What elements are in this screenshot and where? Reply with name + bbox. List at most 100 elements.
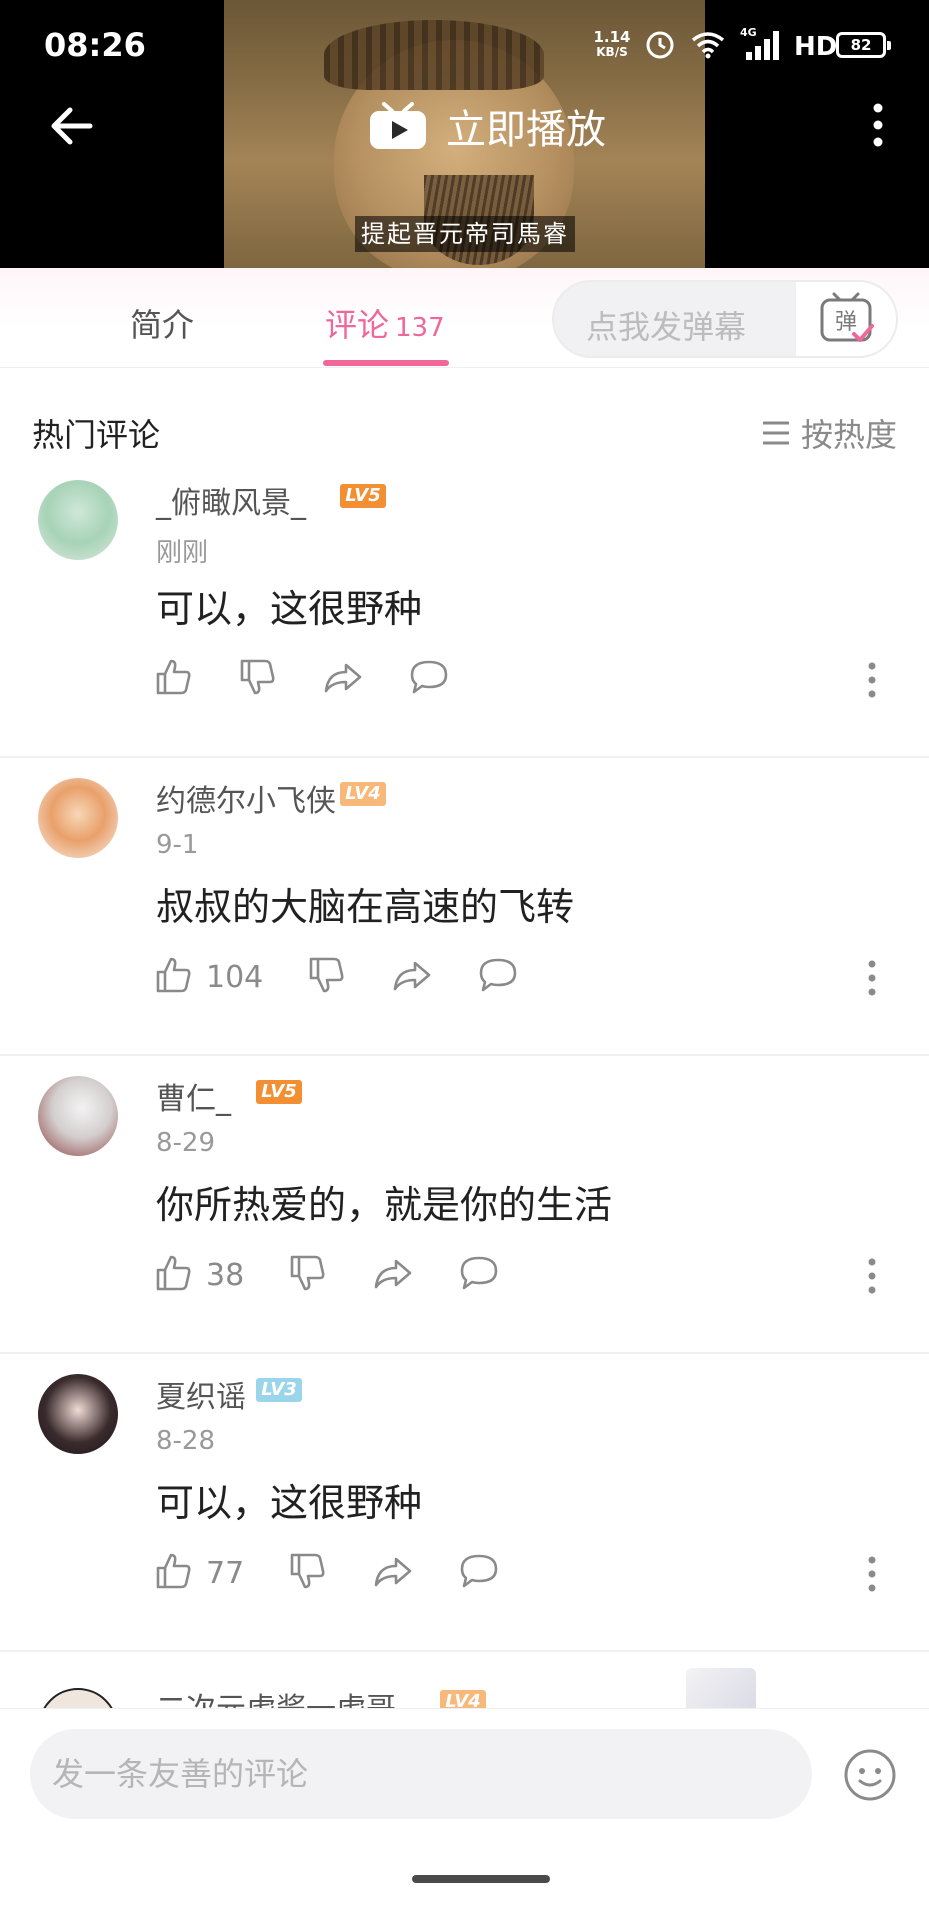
hot-comments-title: 热门评论 — [32, 416, 161, 454]
avatar[interactable] — [38, 480, 118, 560]
comment-text: 叔叔的大脑在高速的飞转 — [156, 885, 575, 929]
like-button[interactable]: 38 — [154, 1253, 244, 1297]
dislike-button[interactable] — [307, 955, 347, 999]
share-icon — [372, 1551, 414, 1595]
like-button[interactable]: 104 — [154, 955, 263, 999]
tab-comments[interactable]: 评论 137 — [325, 300, 445, 346]
share-button[interactable] — [391, 955, 433, 999]
comment-more-icon[interactable] — [862, 1554, 882, 1594]
status-time: 08:26 — [44, 26, 146, 64]
comment-more-icon[interactable] — [862, 660, 882, 700]
comment-input[interactable]: 发一条友善的评论 — [30, 1729, 812, 1819]
like-button[interactable]: 77 — [154, 1551, 244, 1595]
comment-composer: 发一条友善的评论 — [0, 1708, 929, 1920]
like-icon — [154, 1551, 194, 1595]
reply-button[interactable] — [458, 1551, 500, 1595]
net-speed: 1.14 KB/S — [592, 30, 632, 60]
level-badge: LV4 — [440, 1690, 486, 1710]
tv-play-icon — [370, 102, 426, 149]
reply-button[interactable] — [458, 1253, 500, 1297]
share-button[interactable] — [372, 1551, 414, 1595]
level-badge: LV3 — [256, 1378, 302, 1402]
play-now-label: 立即播放 — [446, 107, 606, 153]
dislike-button[interactable] — [288, 1253, 328, 1297]
like-count: 38 — [206, 1257, 245, 1293]
more-options-icon[interactable] — [866, 100, 890, 150]
comment-username[interactable]: _俯瞰风景_ — [156, 478, 306, 522]
share-icon — [372, 1253, 414, 1297]
sort-label: 按热度 — [800, 416, 897, 454]
list-item[interactable]: 二次元虎酱一虎哥 LV4 — [0, 1644, 929, 1710]
alarm-icon — [646, 31, 674, 59]
video-subtitle: 提起晋元帝司馬睿 — [355, 216, 575, 252]
comment-username[interactable]: 约德尔小飞侠 — [156, 776, 336, 820]
dislike-button[interactable] — [288, 1551, 328, 1595]
comment-username: 二次元虎酱一虎哥 — [156, 1692, 396, 1710]
tab-comments-label: 评论 — [325, 306, 390, 344]
dislike-button[interactable] — [238, 657, 278, 701]
level-badge: LV5 — [340, 484, 386, 508]
decorative-sticker — [686, 1668, 756, 1710]
tab-comments-count: 137 — [395, 313, 445, 343]
level-badge: LV4 — [340, 782, 386, 806]
reply-icon — [458, 1253, 500, 1297]
avatar[interactable] — [38, 1076, 118, 1156]
battery-icon: 82 — [836, 32, 891, 58]
comment-more-icon[interactable] — [862, 1256, 882, 1296]
comment-date: 刚刚 — [156, 538, 209, 568]
back-arrow-icon[interactable] — [46, 100, 98, 152]
comment-actions: 77 — [154, 1548, 544, 1598]
like-button[interactable] — [154, 657, 194, 701]
home-indicator[interactable] — [412, 1875, 550, 1883]
dislike-icon — [238, 657, 278, 701]
reply-icon — [458, 1551, 500, 1595]
play-now-button[interactable]: 立即播放 — [368, 96, 606, 156]
like-count: 104 — [206, 959, 264, 995]
share-icon — [322, 657, 364, 701]
like-count: 77 — [206, 1555, 245, 1591]
avatar[interactable] — [38, 1374, 118, 1454]
share-icon — [391, 955, 433, 999]
list-icon — [762, 421, 789, 445]
list-item[interactable]: 夏织谣 LV3 8-28 可以，这很野种 77 — [0, 1354, 929, 1652]
list-item[interactable]: _俯瞰风景_ LV5 刚刚可以，这很野种 — [0, 460, 929, 758]
sort-button[interactable]: 按热度 — [761, 410, 897, 456]
net-speed-value: 1.14 — [593, 28, 631, 46]
comment-actions: 104 — [154, 952, 563, 1002]
net-speed-unit: KB/S — [596, 45, 628, 59]
status-bar: 08:26 1.14 KB/S 4G HD 82 — [0, 0, 929, 86]
list-item[interactable]: 曹仁_ LV5 8-29 你所热爱的，就是你的生活 38 — [0, 1056, 929, 1354]
comment-text: 你所热爱的，就是你的生活 — [156, 1183, 613, 1227]
comment-date: 9-1 — [156, 830, 199, 860]
reply-button[interactable] — [408, 657, 450, 701]
emoji-icon[interactable] — [842, 1747, 898, 1803]
danmaku-toggle-button[interactable]: 弹 — [796, 282, 896, 356]
reply-icon — [408, 657, 450, 701]
video-player[interactable]: 提起晋元帝司馬睿 08:26 1.14 KB/S 4G HD 82 立即播放 — [0, 0, 929, 268]
share-button[interactable] — [322, 657, 364, 701]
active-tab-indicator — [323, 360, 449, 366]
danmaku-tv-icon: 弹 — [820, 292, 874, 342]
like-icon — [154, 657, 194, 701]
share-button[interactable] — [372, 1253, 414, 1297]
comment-username[interactable]: 夏织谣 — [156, 1372, 246, 1416]
comment-text: 可以，这很野种 — [156, 587, 423, 631]
list-item[interactable]: 约德尔小飞侠 LV4 9-1 叔叔的大脑在高速的飞转 104 — [0, 758, 929, 1056]
tab-intro[interactable]: 简介 — [130, 300, 194, 346]
reply-button[interactable] — [477, 955, 519, 999]
comment-username[interactable]: 曹仁_ — [156, 1074, 231, 1118]
comment-actions: 38 — [154, 1250, 544, 1300]
avatar[interactable] — [38, 778, 118, 858]
comment-text: 可以，这很野种 — [156, 1481, 423, 1525]
wifi-icon — [691, 32, 725, 59]
avatar — [38, 1688, 118, 1710]
hd-indicator: HD — [794, 32, 838, 62]
danmaku-placeholder: 点我发弹幕 — [586, 308, 747, 346]
comment-more-icon[interactable] — [862, 958, 882, 998]
danmaku-button-label: 弹 — [835, 310, 857, 335]
comment-actions — [154, 654, 494, 704]
danmaku-input[interactable]: 点我发弹幕 弹 — [552, 280, 898, 358]
reply-icon — [477, 955, 519, 999]
comment-date: 8-28 — [156, 1426, 216, 1456]
like-icon — [154, 1253, 194, 1297]
